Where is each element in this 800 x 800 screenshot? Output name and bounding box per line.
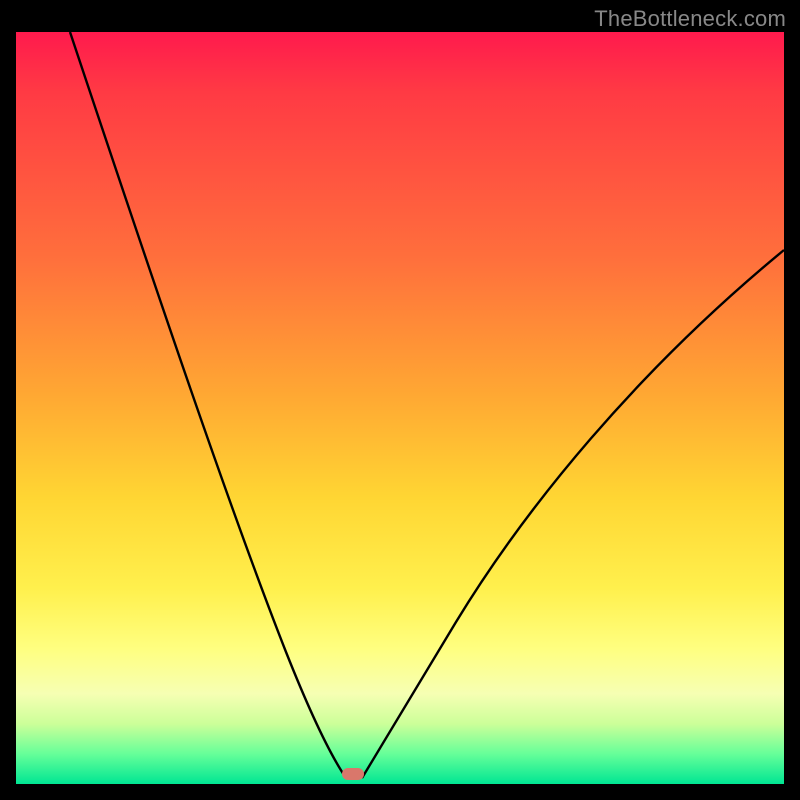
chart-frame: TheBottleneck.com [0,0,800,800]
bottleneck-curve [16,32,784,784]
optimum-marker [342,768,364,780]
plot-area [16,32,784,784]
curve-right-branch [362,250,784,778]
curve-left-branch [70,32,346,778]
watermark-text: TheBottleneck.com [594,6,786,32]
